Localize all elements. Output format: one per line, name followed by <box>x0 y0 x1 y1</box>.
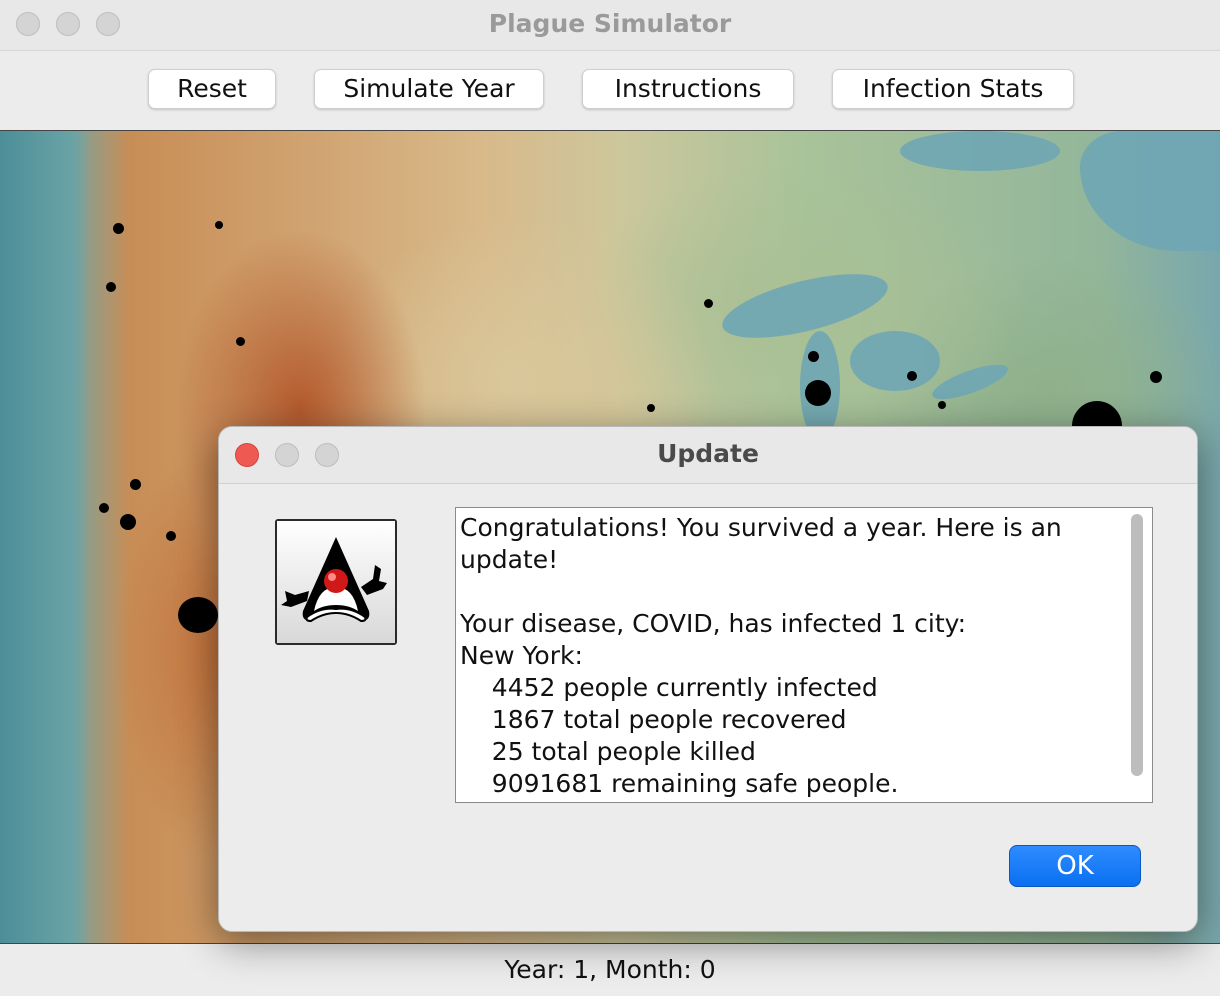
infection-dot <box>808 351 819 362</box>
infection-dot <box>907 371 917 381</box>
infection-dot <box>130 479 141 490</box>
ok-button[interactable]: OK <box>1009 845 1141 887</box>
infection-dot <box>938 401 946 409</box>
hudson-bay-edge <box>900 131 1060 171</box>
infection-dot <box>236 337 245 346</box>
pacific-ocean <box>0 131 90 943</box>
infection-dot <box>215 221 223 229</box>
infection-dot <box>106 282 116 292</box>
infection-dot <box>178 597 218 633</box>
instructions-button[interactable]: Instructions <box>582 69 794 109</box>
toolbar: Reset Simulate Year Instructions Infecti… <box>0 51 1220 129</box>
simulate-year-button[interactable]: Simulate Year <box>314 69 544 109</box>
dialog-title: Update <box>657 439 759 468</box>
infection-dot <box>120 514 136 530</box>
window-title: Plague Simulator <box>488 9 732 38</box>
duke-graphic <box>277 521 395 643</box>
lake-erie <box>928 357 1012 407</box>
infection-stats-button[interactable]: Infection Stats <box>832 69 1074 109</box>
dialog-titlebar: Update <box>219 427 1197 484</box>
status-bar: Year: 1, Month: 0 <box>504 955 716 984</box>
reset-button[interactable]: Reset <box>148 69 276 109</box>
infection-dot <box>166 531 176 541</box>
lake-huron <box>850 331 940 391</box>
infection-dot <box>704 299 713 308</box>
infection-dot <box>647 404 655 412</box>
update-dialog: Update Congratulations! You survived a y… <box>218 426 1198 932</box>
update-message-text: Congratulations! You survived a year. He… <box>460 513 1062 798</box>
window-titlebar: Plague Simulator <box>0 0 1220 51</box>
vertical-scrollbar[interactable] <box>1128 512 1146 798</box>
infection-dot <box>1150 371 1162 383</box>
java-duke-icon <box>275 519 397 645</box>
infection-dot <box>113 223 124 234</box>
infection-dot <box>99 503 109 513</box>
message-scroll-pane[interactable]: Congratulations! You survived a year. He… <box>455 507 1153 803</box>
infection-dot <box>805 380 831 406</box>
scrollbar-thumb[interactable] <box>1131 514 1143 776</box>
atlantic-ocean-edge <box>1080 131 1220 251</box>
